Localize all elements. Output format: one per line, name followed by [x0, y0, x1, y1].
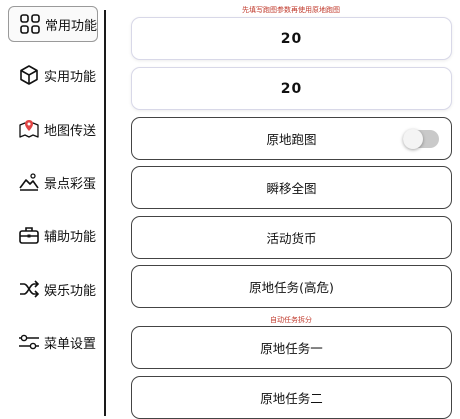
sliders-icon: [18, 331, 40, 353]
grid-icon: [19, 13, 41, 35]
sidebar-item-assist[interactable]: 辅助功能: [8, 217, 98, 253]
map-pin-icon: [18, 118, 40, 140]
toggle-knob: [403, 129, 423, 149]
run-in-place-row[interactable]: 原地跑图: [131, 117, 452, 160]
task-high-risk-label: 原地任务(高危): [249, 280, 334, 295]
task-one-label: 原地任务一: [260, 341, 323, 356]
task-one-button[interactable]: 原地任务一: [131, 326, 452, 369]
teleport-all-button[interactable]: 瞬移全图: [131, 166, 452, 209]
shuffle-icon: [18, 278, 40, 300]
sidebar-item-practical[interactable]: 实用功能: [8, 57, 98, 93]
hint-fill-params: 先填写跑图参数再使用原地跑图: [242, 6, 340, 14]
sidebar-item-label: 实用功能: [44, 69, 97, 85]
sidebar-item-entertainment[interactable]: 娱乐功能: [8, 271, 98, 307]
event-currency-button[interactable]: 活动货币: [131, 216, 452, 259]
sidebar-item-label: 菜单设置: [44, 336, 97, 352]
teleport-all-label: 瞬移全图: [266, 181, 317, 196]
param-input-2[interactable]: 20: [131, 67, 452, 110]
sidebar: 常用功能 实用功能 地图传送 景点彩蛋 辅助功能 娱乐功能 菜单设置: [0, 0, 104, 416]
sidebar-item-menu-settings[interactable]: 菜单设置: [8, 324, 98, 360]
cube-icon: [18, 64, 40, 86]
param-input-2-value: 20: [280, 80, 303, 97]
sidebar-item-label: 常用功能: [45, 18, 98, 34]
task-two-label: 原地任务二: [260, 391, 323, 406]
task-two-button[interactable]: 原地任务二: [131, 376, 452, 419]
sidebar-item-label: 辅助功能: [44, 229, 97, 245]
param-input-1[interactable]: 20: [131, 17, 452, 60]
task-high-risk-button[interactable]: 原地任务(高危): [131, 265, 452, 308]
run-in-place-label: 原地跑图: [266, 132, 317, 147]
landscape-icon: [18, 171, 40, 193]
event-currency-label: 活动货币: [266, 231, 317, 246]
hint-auto-task-split: 自动任务拆分: [270, 316, 312, 324]
param-input-1-value: 20: [280, 30, 303, 47]
sidebar-item-label: 地图传送: [44, 123, 97, 139]
sidebar-item-common[interactable]: 常用功能: [8, 6, 98, 42]
toolbox-icon: [18, 224, 40, 246]
sidebar-item-scenic[interactable]: 景点彩蛋: [8, 164, 98, 200]
sidebar-item-map-teleport[interactable]: 地图传送: [8, 111, 98, 147]
sidebar-item-label: 娱乐功能: [44, 283, 97, 299]
sidebar-item-label: 景点彩蛋: [44, 176, 97, 192]
run-in-place-toggle[interactable]: [403, 129, 439, 149]
sidebar-divider: [104, 10, 106, 416]
